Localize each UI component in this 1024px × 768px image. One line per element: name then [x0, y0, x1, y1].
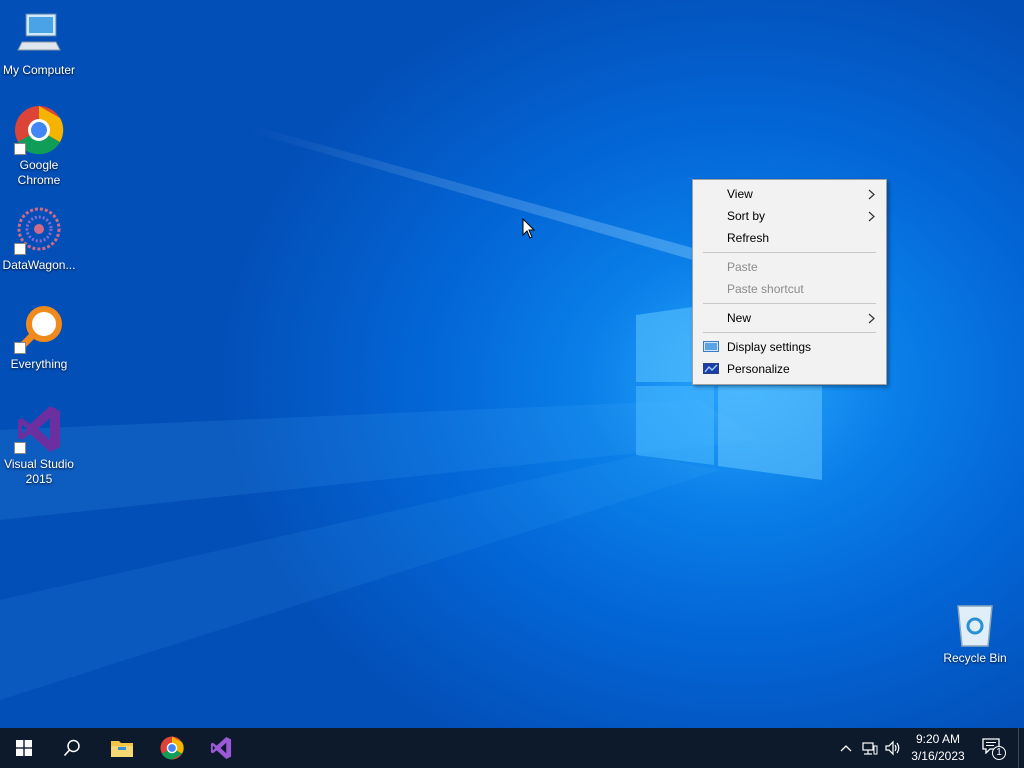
desktop-icon-google-chrome[interactable]: Google Chrome — [0, 105, 78, 188]
notification-badge: 1 — [992, 746, 1006, 760]
chevron-right-icon — [868, 189, 875, 200]
menu-item-new[interactable]: New — [693, 307, 886, 329]
desktop-icon-label: Recycle Bin — [943, 651, 1007, 665]
taskbar: 9:20 AM 3/16/2023 1 — [0, 728, 1024, 768]
recycle-bin-icon — [950, 602, 1000, 648]
desktop-icon-label: DataWagon... — [2, 258, 76, 272]
chevron-right-icon — [868, 211, 875, 222]
computer-icon — [14, 10, 64, 60]
desktop-icon-everything[interactable]: Everything — [0, 304, 78, 372]
chevron-up-icon[interactable] — [838, 740, 854, 756]
shortcut-arrow-icon — [14, 342, 26, 354]
menu-separator — [703, 332, 876, 333]
desktop-icon-label: My Computer — [2, 63, 76, 77]
clock-time: 9:20 AM — [915, 732, 961, 746]
menu-item-sort-by[interactable]: Sort by — [693, 205, 886, 227]
search-button[interactable] — [48, 728, 96, 768]
menu-item-paste-shortcut[interactable]: Paste shortcut — [693, 278, 886, 300]
shortcut-arrow-icon — [14, 442, 26, 454]
menu-item-paste[interactable]: Paste — [693, 256, 886, 278]
mouse-cursor-icon — [522, 218, 536, 239]
desktop-icon-label: Google Chrome — [17, 158, 61, 187]
action-center-button[interactable]: 1 — [982, 738, 1006, 760]
shortcut-arrow-icon — [14, 143, 26, 155]
desktop-context-menu: View Sort by Refresh Paste Paste shortcu… — [692, 179, 887, 385]
show-desktop-button[interactable] — [1018, 728, 1024, 768]
menu-item-view[interactable]: View — [693, 183, 886, 205]
datawagon-icon — [14, 205, 64, 255]
taskbar-file-explorer[interactable] — [98, 728, 146, 768]
desktop-icon-label: Everything — [10, 357, 68, 371]
chrome-icon — [160, 736, 184, 760]
clock-date: 3/16/2023 — [911, 749, 965, 763]
chrome-icon — [14, 105, 64, 155]
visual-studio-icon — [210, 736, 232, 760]
menu-item-display-settings[interactable]: Display settings — [693, 336, 886, 358]
menu-separator — [703, 252, 876, 253]
visual-studio-icon — [14, 404, 64, 454]
taskbar-chrome[interactable] — [148, 728, 196, 768]
desktop-icon-visual-studio[interactable]: Visual Studio 2015 — [0, 404, 78, 487]
search-icon — [63, 739, 80, 757]
desktop-icon-recycle-bin[interactable]: Recycle Bin — [936, 602, 1014, 666]
shortcut-arrow-icon — [14, 243, 26, 255]
taskbar-clock[interactable]: 9:20 AM 3/16/2023 — [905, 731, 971, 765]
start-icon — [16, 740, 32, 756]
desktop-icon-datawagon[interactable]: DataWagon... — [0, 205, 78, 273]
start-button[interactable] — [0, 728, 48, 768]
file-explorer-icon — [111, 741, 133, 757]
menu-item-refresh[interactable]: Refresh — [693, 227, 886, 249]
personalize-icon — [703, 363, 719, 374]
chevron-right-icon — [868, 313, 875, 324]
volume-icon[interactable] — [885, 740, 901, 756]
menu-separator — [703, 303, 876, 304]
menu-item-personalize[interactable]: Personalize — [693, 358, 886, 380]
network-icon[interactable] — [862, 740, 878, 756]
desktop-icon-label: Visual Studio 2015 — [4, 457, 74, 486]
desktop-icon-my-computer[interactable]: My Computer — [0, 10, 78, 78]
display-icon — [703, 341, 719, 352]
everything-search-icon — [14, 304, 64, 354]
taskbar-visual-studio[interactable] — [197, 728, 245, 768]
